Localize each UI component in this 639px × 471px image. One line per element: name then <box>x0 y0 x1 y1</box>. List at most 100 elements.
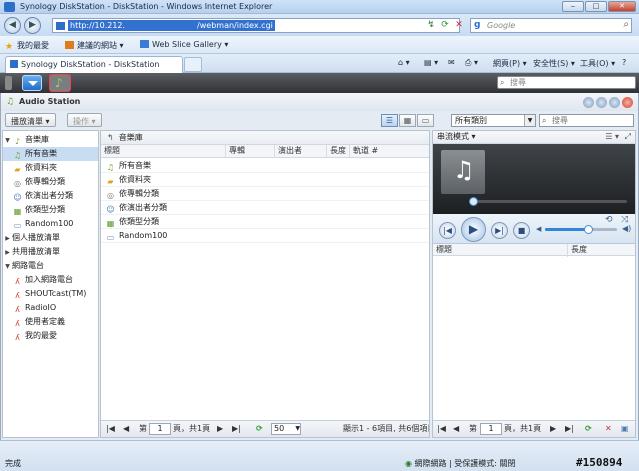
first-page-button[interactable]: |◀ <box>106 424 115 434</box>
column-header[interactable]: 軌道 # <box>349 145 429 158</box>
stop-icon[interactable]: ✕ <box>452 18 466 33</box>
breadcrumb-library[interactable]: 音樂庫 <box>119 133 143 142</box>
volume-slider[interactable] <box>545 225 617 234</box>
repeat-icon[interactable]: ⟲ <box>605 215 613 225</box>
new-tab-button[interactable] <box>184 57 202 72</box>
browser-search-input[interactable]: g Google ⌕ <box>470 18 632 33</box>
list-view-button[interactable]: ☰ <box>381 114 398 127</box>
sidebar-item[interactable]: ◎ 依專輯分類 <box>3 175 98 189</box>
list-item[interactable]: ♫ 所有音樂 <box>101 159 429 173</box>
sidebar-item[interactable]: ♫ 所有音樂 <box>3 147 98 161</box>
expand-icon[interactable]: ▶ <box>3 246 12 260</box>
delete-icon[interactable]: ✕ <box>605 424 612 434</box>
page-size-select[interactable]: 50 ▼ <box>271 423 301 435</box>
column-header[interactable]: 演出者 <box>274 145 326 158</box>
list-item[interactable]: ▭ Random100 <box>101 229 429 243</box>
search-magnifier-icon[interactable]: ⌕ <box>623 19 629 30</box>
page-number-input[interactable]: 1 <box>149 423 171 435</box>
progress-slider[interactable] <box>469 197 627 206</box>
play-button[interactable]: ▶ <box>461 217 486 242</box>
refresh-icon[interactable]: ⟳ <box>438 18 452 33</box>
mail-icon[interactable]: ✉ <box>448 58 455 67</box>
next-page-button[interactable]: ▶ <box>550 424 556 434</box>
diskstation-search-input[interactable]: ⌕ 搜尋 <box>497 76 636 89</box>
sidebar-item[interactable]: ʎ 加入網路電台 <box>3 273 98 287</box>
print-icon[interactable]: ⎙ ▾ <box>465 58 478 68</box>
list-item[interactable]: ▦ 依類型分類 <box>101 215 429 229</box>
forward-button[interactable]: ▶ <box>24 17 41 34</box>
favorites-button[interactable]: ★ 我的最愛 <box>5 40 49 52</box>
sidebar-item[interactable]: ▭ Random100 <box>3 217 98 231</box>
stream-mode-menu[interactable]: 串流模式 ▾ <box>437 132 476 141</box>
previous-track-button[interactable]: |◀ <box>439 222 456 239</box>
next-page-button[interactable]: ▶ <box>217 424 223 434</box>
action-button[interactable]: 操作 ▾ <box>67 113 102 127</box>
column-header[interactable]: 長度 <box>326 145 349 158</box>
minimize-window-button[interactable] <box>596 97 607 108</box>
taskbar-grip[interactable] <box>5 76 12 90</box>
collapse-icon[interactable]: ▼ <box>3 260 12 274</box>
next-track-button[interactable]: ▶| <box>491 222 508 239</box>
list-item[interactable]: ◎ 依專輯分類 <box>101 187 429 201</box>
expand-icon[interactable]: ▶ <box>3 232 12 246</box>
maximize-window-button[interactable] <box>609 97 620 108</box>
sidebar-item[interactable]: ☺ 依演出者分類 <box>3 189 98 203</box>
maximize-button[interactable]: □ <box>585 1 607 12</box>
column-header[interactable]: 標題 <box>101 145 225 158</box>
sidebar-item[interactable]: ▼ ♪ 音樂庫 <box>3 133 98 148</box>
cover-view-button[interactable]: ▭ <box>417 114 434 127</box>
sidebar-item[interactable]: ʎ 我的最愛 <box>3 329 98 343</box>
last-page-button[interactable]: ▶| <box>565 424 574 434</box>
first-page-button[interactable]: |◀ <box>437 424 446 434</box>
stop-button[interactable]: ■ <box>513 222 530 239</box>
security-zone[interactable]: ◉ 網際網路 | 受保護模式: 關閉 <box>405 458 516 469</box>
help-button[interactable] <box>583 97 594 108</box>
save-playlist-icon[interactable]: ▣ <box>621 424 629 434</box>
page-number-input[interactable]: 1 <box>480 423 502 435</box>
web-slice-gallery-link[interactable]: Web Slice Gallery ▾ <box>140 40 228 49</box>
expand-icon[interactable]: ⤢ <box>625 131 631 143</box>
suggested-sites-link[interactable]: 建議的網站 ▾ <box>65 40 124 51</box>
safety-menu[interactable]: 安全性(S) ▾ <box>533 58 575 69</box>
tools-menu[interactable]: 工具(O) ▾ <box>580 58 615 69</box>
music-search-input[interactable]: ⌕ 搜尋 <box>539 114 634 127</box>
address-field[interactable]: http://10.212. /webman/index.cgi <box>52 18 460 33</box>
sidebar-item[interactable]: ▶ 共用播放清單 <box>3 245 98 260</box>
address-url[interactable]: http://10.212. /webman/index.cgi <box>68 20 275 31</box>
sidebar-item[interactable]: ▼ 網路電台 <box>3 259 98 274</box>
sidebar-item[interactable]: ▰ 依資料夾 <box>3 161 98 175</box>
compat-view-icon[interactable]: ↯ <box>424 18 438 33</box>
prev-page-button[interactable]: ◀ <box>123 424 129 434</box>
playlist-menu-icon[interactable]: ☰ ▾ <box>605 131 619 143</box>
column-header[interactable]: 標題 <box>433 244 567 257</box>
collapse-icon[interactable]: ▼ <box>3 134 12 148</box>
column-header[interactable]: 長度 <box>567 244 635 257</box>
sidebar-item[interactable]: ʎ 使用者定義 <box>3 315 98 329</box>
list-item[interactable]: ▰ 依資料夾 <box>101 173 429 187</box>
sidebar-item[interactable]: ʎ RadioIO <box>3 301 98 315</box>
home-icon[interactable]: ⌂ ▾ <box>398 58 410 67</box>
close-window-button[interactable]: ✕ <box>608 1 636 12</box>
feeds-icon[interactable]: ▤ ▾ <box>424 58 438 67</box>
volume-down-icon[interactable]: ◀ <box>536 225 541 233</box>
tab-diskstation[interactable]: Synology DiskStation - DiskStation <box>5 56 183 73</box>
list-item[interactable]: ☺ 依演出者分類 <box>101 201 429 215</box>
volume-knob[interactable] <box>584 225 594 234</box>
sidebar-item[interactable]: ▶ 個人播放清單 <box>3 231 98 246</box>
refresh-icon[interactable]: ⟳ <box>256 424 263 434</box>
refresh-icon[interactable]: ⟳ <box>585 424 592 434</box>
volume-up-icon[interactable]: ◀) <box>622 224 631 233</box>
window-header[interactable]: ♫ Audio Station <box>1 93 638 111</box>
sidebar-item[interactable]: ▦ 依類型分類 <box>3 203 98 217</box>
last-page-button[interactable]: ▶| <box>232 424 241 434</box>
sidebar-item[interactable]: ʎ SHOUTcast(TM) <box>3 287 98 301</box>
column-header[interactable]: 專輯 <box>225 145 274 158</box>
help-icon[interactable]: ? <box>622 58 626 67</box>
back-button[interactable]: ◀ <box>4 17 21 34</box>
progress-knob[interactable] <box>469 197 478 206</box>
playlist-button[interactable]: 播放清單 ▾ <box>5 113 56 127</box>
page-menu[interactable]: 網頁(P) ▾ <box>493 58 527 69</box>
up-folder-icon[interactable]: ↰ <box>107 133 114 142</box>
minimize-button[interactable]: ‒ <box>562 1 584 12</box>
close-app-button[interactable] <box>622 97 633 108</box>
